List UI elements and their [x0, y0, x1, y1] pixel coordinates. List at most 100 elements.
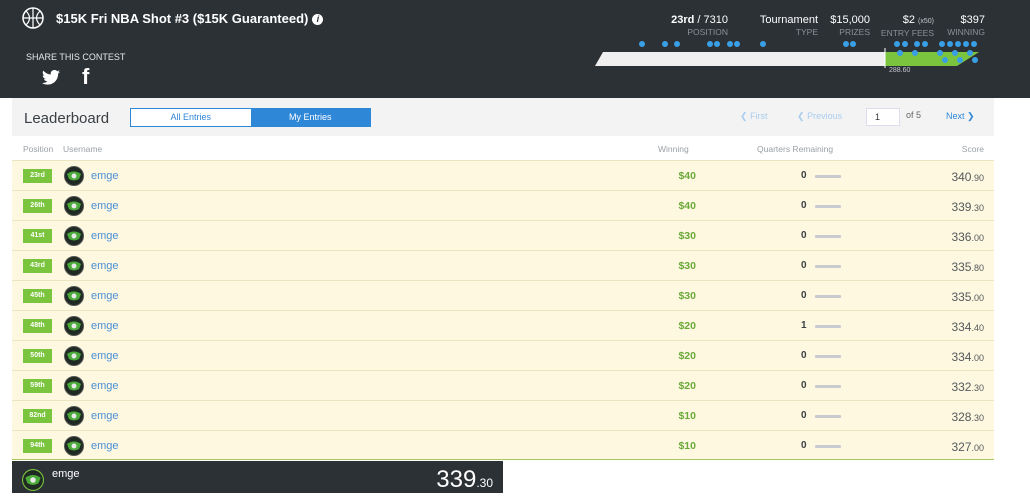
position-badge: 94th — [23, 439, 52, 453]
score: 336.00 — [951, 230, 984, 244]
selected-entry-bar: emge 339.30 — [12, 461, 503, 493]
score-main: 327 — [951, 440, 972, 454]
winning-amount: $10 — [678, 410, 696, 422]
score: 328.30 — [951, 410, 984, 424]
position-stat: 23rd / 7310 POSITION — [671, 14, 728, 38]
quarters-remaining: 1 — [801, 320, 807, 331]
facebook-icon[interactable]: f — [82, 66, 89, 88]
winning-amount: $20 — [678, 320, 696, 332]
table-row[interactable]: 48th emge $20 1 334.40 — [12, 310, 994, 340]
footer-score: 339.30 — [436, 467, 493, 496]
chevron-right-icon: ❯ — [967, 111, 975, 121]
username-link[interactable]: emge — [91, 440, 119, 452]
tracker-value: 288.60 — [889, 67, 911, 74]
username-link[interactable]: emge — [91, 260, 119, 272]
winning-stat: $397 WINNING — [947, 14, 985, 38]
username-link[interactable]: emge — [91, 230, 119, 242]
table-row[interactable]: 23rd emge $40 0 340.90 — [12, 160, 994, 190]
table-row[interactable]: 59th emge $20 0 332.30 — [12, 370, 994, 400]
quarters-progress-bar — [815, 385, 841, 388]
table-row[interactable]: 41st emge $30 0 336.00 — [12, 220, 994, 250]
position-badge: 50th — [23, 349, 52, 363]
score-main: 335 — [951, 290, 972, 304]
twitter-icon[interactable] — [42, 70, 60, 85]
quarters-remaining: 0 — [801, 290, 807, 301]
winning-amount: $20 — [678, 380, 696, 392]
column-header-quarters[interactable]: Quarters Remaining — [757, 144, 833, 154]
table-row[interactable]: 45th emge $30 0 335.00 — [12, 280, 994, 310]
table-row[interactable]: 82nd emge $10 0 328.30 — [12, 400, 994, 430]
quarters-progress-bar — [815, 325, 841, 328]
column-header-score[interactable]: Score — [962, 144, 984, 154]
avatar — [64, 166, 84, 186]
first-page-label: First — [750, 111, 768, 121]
quarters-remaining: 0 — [801, 200, 807, 211]
username-link[interactable]: emge — [91, 410, 119, 422]
score-decimal: .00 — [971, 353, 984, 363]
username-link[interactable]: emge — [91, 290, 119, 302]
leaderboard-toolbar: Leaderboard All Entries My Entries ❮ Fir… — [12, 98, 994, 136]
score: 334.00 — [951, 350, 984, 364]
winning-amount: $30 — [678, 290, 696, 302]
quarters-remaining: 0 — [801, 230, 807, 241]
score-decimal: .00 — [971, 233, 984, 243]
avatar — [64, 436, 84, 456]
avatar — [22, 469, 44, 491]
quarters-progress-bar — [815, 355, 841, 358]
prizes-value: $15,000 — [830, 14, 870, 26]
winning-amount: $40 — [678, 170, 696, 182]
winning-amount: $30 — [678, 230, 696, 242]
username-link[interactable]: emge — [91, 200, 119, 212]
avatar — [64, 316, 84, 336]
tab-my-entries[interactable]: My Entries — [250, 109, 370, 126]
avatar — [64, 286, 84, 306]
quarters-progress-bar — [815, 235, 841, 238]
table-row[interactable]: 26th emge $40 0 339.30 — [12, 190, 994, 220]
score-main: 332 — [951, 380, 972, 394]
prizes-label: PRIZES — [839, 27, 870, 37]
next-page-button[interactable]: Next ❯ — [946, 111, 975, 122]
score-decimal: .30 — [971, 203, 984, 213]
score: 335.80 — [951, 260, 984, 274]
score-decimal: .40 — [971, 323, 984, 333]
first-page-button[interactable]: ❮ First — [740, 111, 768, 122]
type-label: TYPE — [795, 27, 818, 37]
column-header-position[interactable]: Position — [23, 144, 53, 154]
username-link[interactable]: emge — [91, 350, 119, 362]
next-page-label: Next — [946, 111, 965, 121]
quarters-remaining: 0 — [801, 170, 807, 181]
position-badge: 45th — [23, 289, 52, 303]
winning-amount: $10 — [678, 440, 696, 452]
table-row[interactable]: 43rd emge $30 0 335.80 — [12, 250, 994, 280]
info-icon[interactable]: i — [312, 14, 324, 25]
score-main: 336 — [951, 230, 972, 244]
username-link[interactable]: emge — [91, 170, 119, 182]
type-value: Tournament — [759, 14, 818, 26]
score-main: 328 — [951, 410, 972, 424]
column-header-winning[interactable]: Winning — [658, 144, 689, 154]
score-main: 334 — [951, 320, 972, 334]
winning-amount: $40 — [678, 200, 696, 212]
score-decimal: .80 — [971, 263, 984, 273]
tab-all-entries[interactable]: All Entries — [131, 109, 251, 126]
table-row[interactable]: 50th emge $20 0 334.00 — [12, 340, 994, 370]
contest-title: $15K Fri NBA Shot #3 ($15K Guaranteed) i — [56, 11, 324, 26]
table-row[interactable]: 94th emge $10 0 327.00 — [12, 430, 994, 460]
score-decimal: .30 — [971, 413, 984, 423]
position-badge: 41st — [23, 229, 52, 243]
username-link[interactable]: emge — [91, 380, 119, 392]
column-header-username[interactable]: Username — [63, 144, 102, 154]
quarters-progress-bar — [815, 205, 841, 208]
winning-amount: $30 — [678, 260, 696, 272]
position-badge: 43rd — [23, 259, 52, 273]
footer-score-decimal: .30 — [476, 476, 493, 490]
previous-page-button[interactable]: ❮ Previous — [797, 111, 842, 122]
position-rank: 23rd — [671, 14, 695, 26]
page-number-input[interactable] — [866, 108, 900, 126]
entry-fees-stat: $2 (x50) ENTRY FEES — [881, 14, 934, 39]
quarters-remaining: 0 — [801, 350, 807, 361]
chevron-left-icon: ❮ — [797, 111, 805, 121]
share-label: SHARE THIS CONTEST — [26, 52, 126, 62]
username-link[interactable]: emge — [91, 320, 119, 332]
contest-header: $15K Fri NBA Shot #3 ($15K Guaranteed) i … — [0, 0, 1030, 98]
